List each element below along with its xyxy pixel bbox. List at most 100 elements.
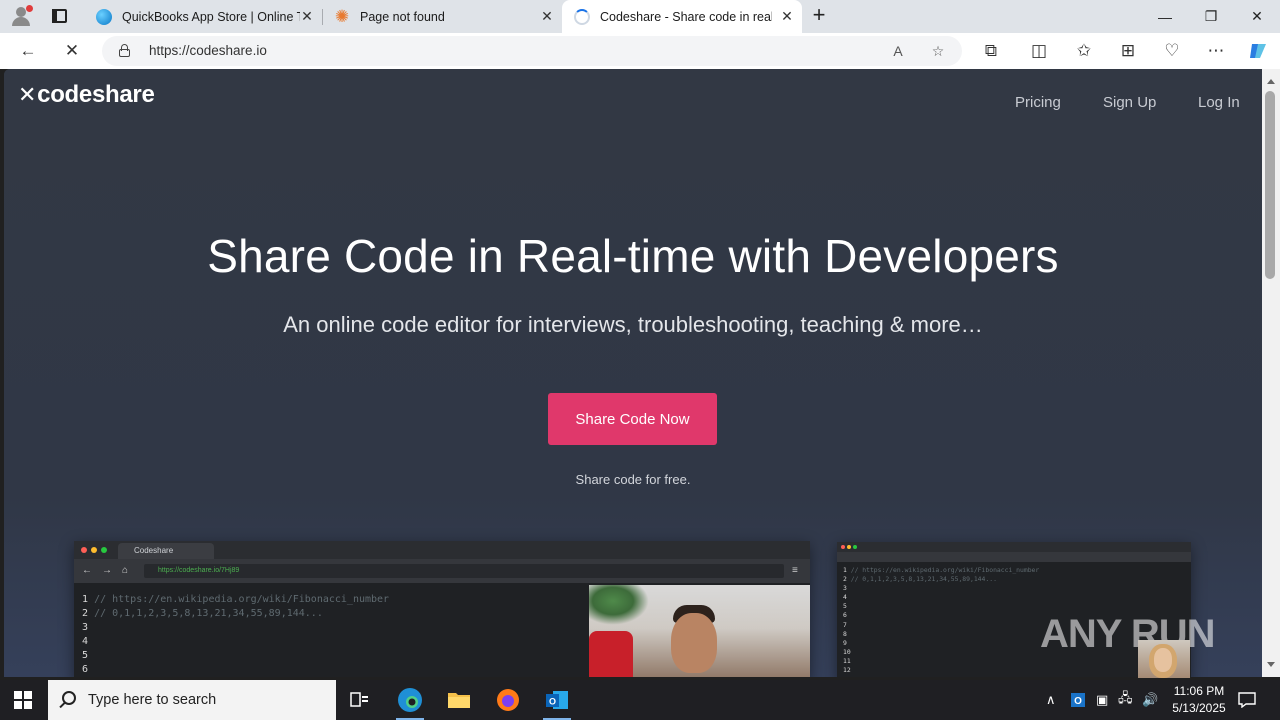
favorite-star-icon[interactable]: ☆ [928, 41, 948, 61]
search-placeholder[interactable]: Type here to search [88, 692, 216, 708]
code-line: 2 // 0,1,1,2,3,5,8,13,21,34,55,89,144... [843, 575, 997, 584]
mini-url: https://codeshare.io/7Hj89 [144, 564, 784, 578]
loading-spinner-icon [574, 8, 590, 25]
split-screen-icon[interactable]: ◫ [1027, 39, 1051, 63]
edge-taskbar-icon[interactable] [386, 680, 434, 720]
tab-quickbooks[interactable]: QuickBooks App Store | Online To ✕ [84, 0, 322, 33]
scroll-down-icon[interactable] [1267, 662, 1275, 667]
url-text[interactable]: https://codeshare.io [149, 43, 267, 58]
code-line: 6 [82, 664, 89, 675]
free-note: Share code for free. [575, 472, 691, 487]
tab-title: Page not found [360, 9, 445, 24]
volume-icon[interactable]: 🔊 [1142, 680, 1158, 720]
collections-icon[interactable]: ⊞ [1116, 39, 1140, 63]
restore-icon[interactable]: ❐ [1188, 0, 1234, 33]
hero-subtitle: An online code editor for interviews, tr… [283, 312, 983, 337]
mini-forward-icon: → [102, 565, 112, 576]
code-line: 3 [82, 622, 89, 633]
taskbar-search-box[interactable]: Type here to search [48, 680, 336, 720]
share-code-now-button[interactable]: Share Code Now [548, 393, 717, 445]
code-line: 5 [843, 602, 847, 611]
show-hidden-icons[interactable]: ∧ [1046, 680, 1056, 720]
copilot-icon[interactable] [1246, 39, 1270, 63]
lock-icon[interactable] [119, 44, 130, 57]
code-line: 2 // 0,1,1,2,3,5,8,13,21,34,55,89,144... [82, 608, 323, 619]
code-line: 6 [843, 611, 847, 620]
stop-loading-icon[interactable]: ✕ [60, 39, 84, 63]
code-line: 1 // https://en.wikipedia.org/wiki/Fibon… [82, 594, 390, 605]
read-aloud-icon[interactable]: A [888, 41, 908, 61]
code-line: 10 [843, 647, 851, 656]
svg-text:O: O [549, 697, 556, 707]
windows-start-icon[interactable] [14, 691, 32, 709]
hero-title: Share Code in Real-time with Developers [207, 230, 1059, 282]
firefox-icon[interactable] [484, 680, 532, 720]
code-line: 8 [843, 629, 847, 638]
browser-toolbar: ← ✕ https://codeshare.io A ☆ ⧉ ◫ ✩ ⊞ ♡ ⋯ [0, 33, 1280, 69]
extensions-icon[interactable]: ⧉ [979, 39, 1003, 63]
mini-back-icon: ← [82, 565, 92, 576]
page-viewport: ✕codeshare Pricing Sign Up Log In Share … [4, 69, 1262, 677]
address-bar[interactable]: https://codeshare.io A ☆ [102, 36, 962, 66]
code-lines-left: 1 // https://en.wikipedia.org/wiki/Fibon… [82, 593, 389, 677]
code-line: 5 [82, 650, 89, 661]
close-tab-icon[interactable]: ✕ [540, 9, 554, 23]
video-call-preview [589, 585, 810, 677]
clock-time: 11:06 PM [1173, 684, 1225, 698]
mini-tab-label: Codeshare [118, 543, 214, 559]
webcam-overlay [1138, 640, 1190, 678]
more-menu-icon[interactable]: ⋯ [1204, 39, 1228, 63]
notification-icon[interactable] [1238, 680, 1256, 720]
task-view-icon[interactable] [336, 680, 384, 720]
outlook-icon[interactable]: O [533, 680, 581, 720]
codeshare-page: ✕codeshare Pricing Sign Up Log In Share … [4, 69, 1262, 677]
gear-icon: ✺ [334, 6, 350, 26]
close-tab-icon[interactable]: ✕ [300, 9, 314, 23]
code-line: 3 [843, 584, 847, 593]
svg-text:O: O [1074, 696, 1082, 707]
code-line: 7 [843, 620, 847, 629]
clock-date: 5/13/2025 [1172, 701, 1226, 715]
mini-home-icon: ⌂ [122, 565, 129, 576]
nav-log-in[interactable]: Log In [1198, 94, 1240, 111]
browser-tab-strip: QuickBooks App Store | Online To ✕ ✺ Pag… [0, 0, 1280, 33]
nav-sign-up[interactable]: Sign Up [1103, 94, 1156, 111]
file-explorer-icon[interactable] [435, 680, 483, 720]
code-lines-right: 1 // https://en.wikipedia.org/wiki/Fibon… [843, 566, 1039, 675]
profile-icon[interactable] [9, 5, 33, 27]
editor-screenshot-left: Codeshare ← → ⌂ https://codeshare.io/7Hj… [74, 541, 810, 677]
logo-text: codeshare [37, 81, 155, 108]
system-clock[interactable]: 11:06 PM 5/13/2025 [1162, 683, 1236, 717]
tab-actions-icon[interactable] [50, 7, 70, 25]
minimize-icon[interactable]: — [1142, 0, 1188, 33]
logo-mark-icon: ✕ [18, 82, 37, 107]
tab-title: Codeshare - Share code in real-ti [600, 9, 772, 24]
page-scrollbar[interactable] [1262, 69, 1280, 677]
quickbooks-icon [96, 8, 112, 25]
nav-pricing[interactable]: Pricing [1015, 94, 1061, 111]
tab-title: QuickBooks App Store | Online To [122, 9, 300, 24]
code-line: 9 [843, 638, 847, 647]
favorites-icon[interactable]: ✩ [1072, 39, 1096, 63]
close-tab-icon[interactable]: ✕ [780, 9, 794, 23]
outlook-tray-icon[interactable]: O [1070, 680, 1086, 720]
code-line: 11 [843, 656, 851, 665]
browser-essentials-icon[interactable]: ♡ [1160, 39, 1184, 63]
close-window-icon[interactable]: ✕ [1234, 0, 1280, 33]
code-line: 1 // https://en.wikipedia.org/wiki/Fibon… [843, 566, 1040, 574]
code-line: 4 [843, 593, 847, 602]
tab-page-not-found[interactable]: ✺ Page not found ✕ [322, 0, 562, 33]
tab-codeshare[interactable]: Codeshare - Share code in real-ti ✕ [562, 0, 802, 33]
new-tab-button[interactable]: + [808, 4, 830, 27]
code-line: 12 [843, 666, 851, 675]
tray-app-icon[interactable]: ▣ [1096, 680, 1108, 720]
windows-taskbar: Type here to search O ∧ O ▣ 🖧 🔊 11:06 PM… [0, 680, 1280, 720]
code-line: 4 [82, 636, 89, 647]
mini-menu-icon: ≡ [792, 565, 798, 576]
network-icon[interactable]: 🖧 [1118, 680, 1133, 720]
scroll-thumb[interactable] [1265, 91, 1275, 279]
codeshare-logo[interactable]: ✕codeshare [18, 81, 155, 109]
search-icon [62, 691, 76, 705]
back-arrow-icon[interactable]: ← [16, 39, 40, 63]
scroll-up-icon[interactable] [1267, 79, 1275, 84]
